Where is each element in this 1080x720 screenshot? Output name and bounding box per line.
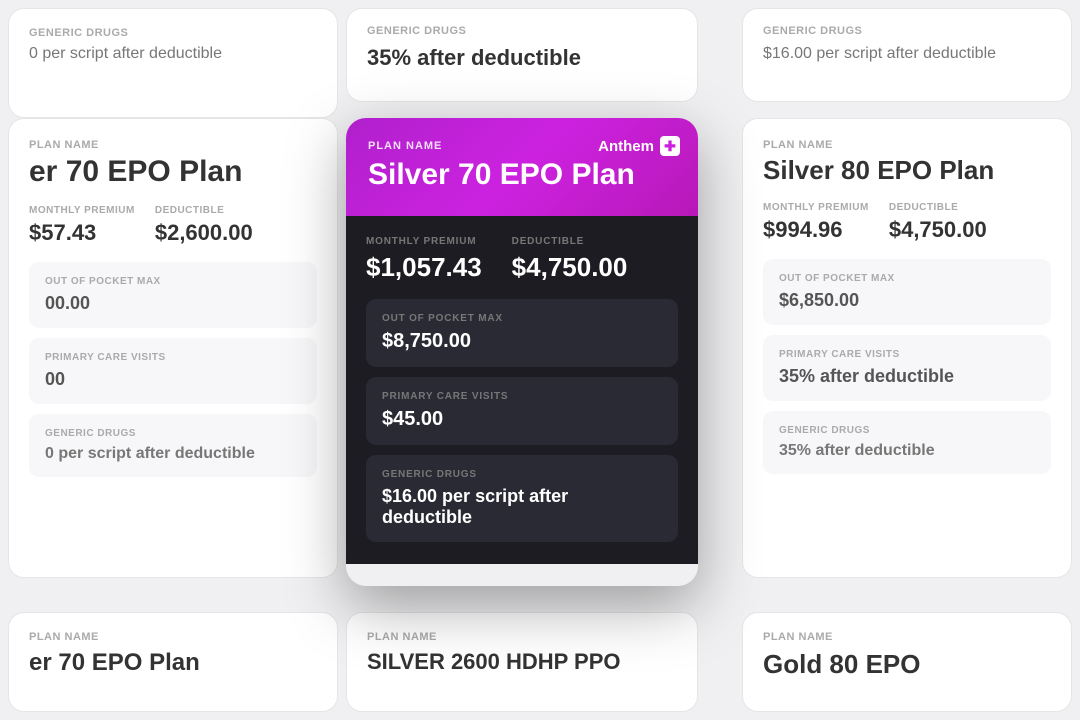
right-plan-name: Silver 80 EPO Plan: [763, 155, 1051, 186]
featured-body: MONTHLY PREMIUM $1,057.43 DEDUCTIBLE $4,…: [346, 216, 698, 564]
right-generic-label: GENERIC DRUGS: [779, 425, 1035, 436]
featured-card[interactable]: Anthem ✚ PLAN NAME Silver 70 EPO Plan MO…: [346, 118, 698, 586]
left-pcv-value: 00: [45, 369, 301, 390]
left-oop-value: 00.00: [45, 293, 301, 314]
top-right-generic-value: $16.00 per script after deductible: [763, 45, 1051, 63]
featured-deductible-value: $4,750.00: [512, 252, 628, 283]
anthem-text: Anthem: [598, 138, 654, 155]
featured-deductible-block: DEDUCTIBLE $4,750.00: [512, 236, 628, 283]
anthem-logo: Anthem ✚: [598, 136, 680, 156]
right-oop-label: OUT OF POCKET MAX: [779, 273, 1035, 284]
left-premium-block: MONTHLY PREMIUM $57.43: [29, 205, 135, 246]
featured-header: Anthem ✚ PLAN NAME Silver 70 EPO Plan: [346, 118, 698, 216]
featured-oop-box: OUT OF POCKET MAX $8,750.00: [366, 299, 678, 367]
featured-pcv-box: PRIMARY CARE VISITS $45.00: [366, 377, 678, 445]
left-generic-label: GENERIC DRUGS: [45, 428, 301, 439]
right-generic-value: 35% after deductible: [779, 442, 1035, 460]
left-deductible-label: DEDUCTIBLE: [155, 205, 253, 216]
top-left-card: GENERIC DRUGS 0 per script after deducti…: [8, 8, 338, 118]
bottom-right-plan-name: Gold 80 EPO: [763, 649, 1051, 680]
featured-pcv-label: PRIMARY CARE VISITS: [382, 391, 662, 402]
right-plan-label: PLAN NAME: [763, 139, 1051, 151]
featured-oop-value: $8,750.00: [382, 330, 662, 353]
bottom-left-plan-name: er 70 EPO Plan: [29, 649, 317, 677]
right-oop-value: $6,850.00: [779, 290, 1035, 311]
featured-generic-label: GENERIC DRUGS: [382, 469, 662, 480]
right-premium-value: $994.96: [763, 217, 869, 243]
featured-oop-label: OUT OF POCKET MAX: [382, 313, 662, 324]
bottom-center-plan-name: SILVER 2600 HDHP PPO: [367, 649, 677, 675]
featured-generic-value: $16.00 per script after deductible: [382, 486, 662, 528]
right-deductible-value: $4,750.00: [889, 217, 987, 243]
left-plan-label: PLAN NAME: [29, 139, 317, 151]
bottom-left-plan-label: PLAN NAME: [29, 631, 317, 643]
bottom-right-plan-label: PLAN NAME: [763, 631, 1051, 643]
featured-pcv-value: $45.00: [382, 408, 662, 431]
bottom-left-card: PLAN NAME er 70 EPO Plan: [8, 612, 338, 712]
right-deductible-block: DEDUCTIBLE $4,750.00: [889, 202, 987, 243]
top-left-generic-value: 0 per script after deductible: [29, 45, 317, 63]
left-plan-name: er 70 EPO Plan: [29, 155, 317, 189]
left-deductible-value: $2,600.00: [155, 220, 253, 246]
featured-plan-name: Silver 70 EPO Plan: [368, 158, 676, 192]
left-generic-value: 0 per script after deductible: [45, 445, 301, 463]
right-deductible-label: DEDUCTIBLE: [889, 202, 987, 213]
bottom-center-plan-label: PLAN NAME: [367, 631, 677, 643]
left-main-card: PLAN NAME er 70 EPO Plan MONTHLY PREMIUM…: [8, 118, 338, 578]
right-main-card: PLAN NAME Silver 80 EPO Plan MONTHLY PRE…: [742, 118, 1072, 578]
featured-generic-box: GENERIC DRUGS $16.00 per script after de…: [366, 455, 678, 542]
right-premium-block: MONTHLY PREMIUM $994.96: [763, 202, 869, 243]
top-center-card: GENERIC DRUGS 35% after deductible: [346, 8, 698, 102]
left-oop-label: OUT OF POCKET MAX: [45, 276, 301, 287]
top-center-generic-label: GENERIC DRUGS: [367, 25, 677, 37]
right-pcv-label: PRIMARY CARE VISITS: [779, 349, 1035, 360]
right-pcv-value: 35% after deductible: [779, 366, 1035, 387]
left-deductible-block: DEDUCTIBLE $2,600.00: [155, 205, 253, 246]
right-premium-label: MONTHLY PREMIUM: [763, 202, 869, 213]
top-right-card: GENERIC DRUGS $16.00 per script after de…: [742, 8, 1072, 102]
top-right-generic-label: GENERIC DRUGS: [763, 25, 1051, 37]
bottom-right-card: PLAN NAME Gold 80 EPO: [742, 612, 1072, 712]
top-left-generic-label: GENERIC DRUGS: [29, 27, 317, 39]
left-premium-label: MONTHLY PREMIUM: [29, 205, 135, 216]
bottom-center-card: PLAN NAME SILVER 2600 HDHP PPO: [346, 612, 698, 712]
featured-premium-value: $1,057.43: [366, 252, 482, 283]
featured-premium-block: MONTHLY PREMIUM $1,057.43: [366, 236, 482, 283]
featured-premium-label: MONTHLY PREMIUM: [366, 236, 482, 247]
anthem-cross-icon: ✚: [660, 136, 680, 156]
top-center-generic-value: 35% after deductible: [367, 45, 677, 71]
left-premium-value: $57.43: [29, 220, 135, 246]
left-pcv-label: PRIMARY CARE VISITS: [45, 352, 301, 363]
featured-deductible-label: DEDUCTIBLE: [512, 236, 628, 247]
